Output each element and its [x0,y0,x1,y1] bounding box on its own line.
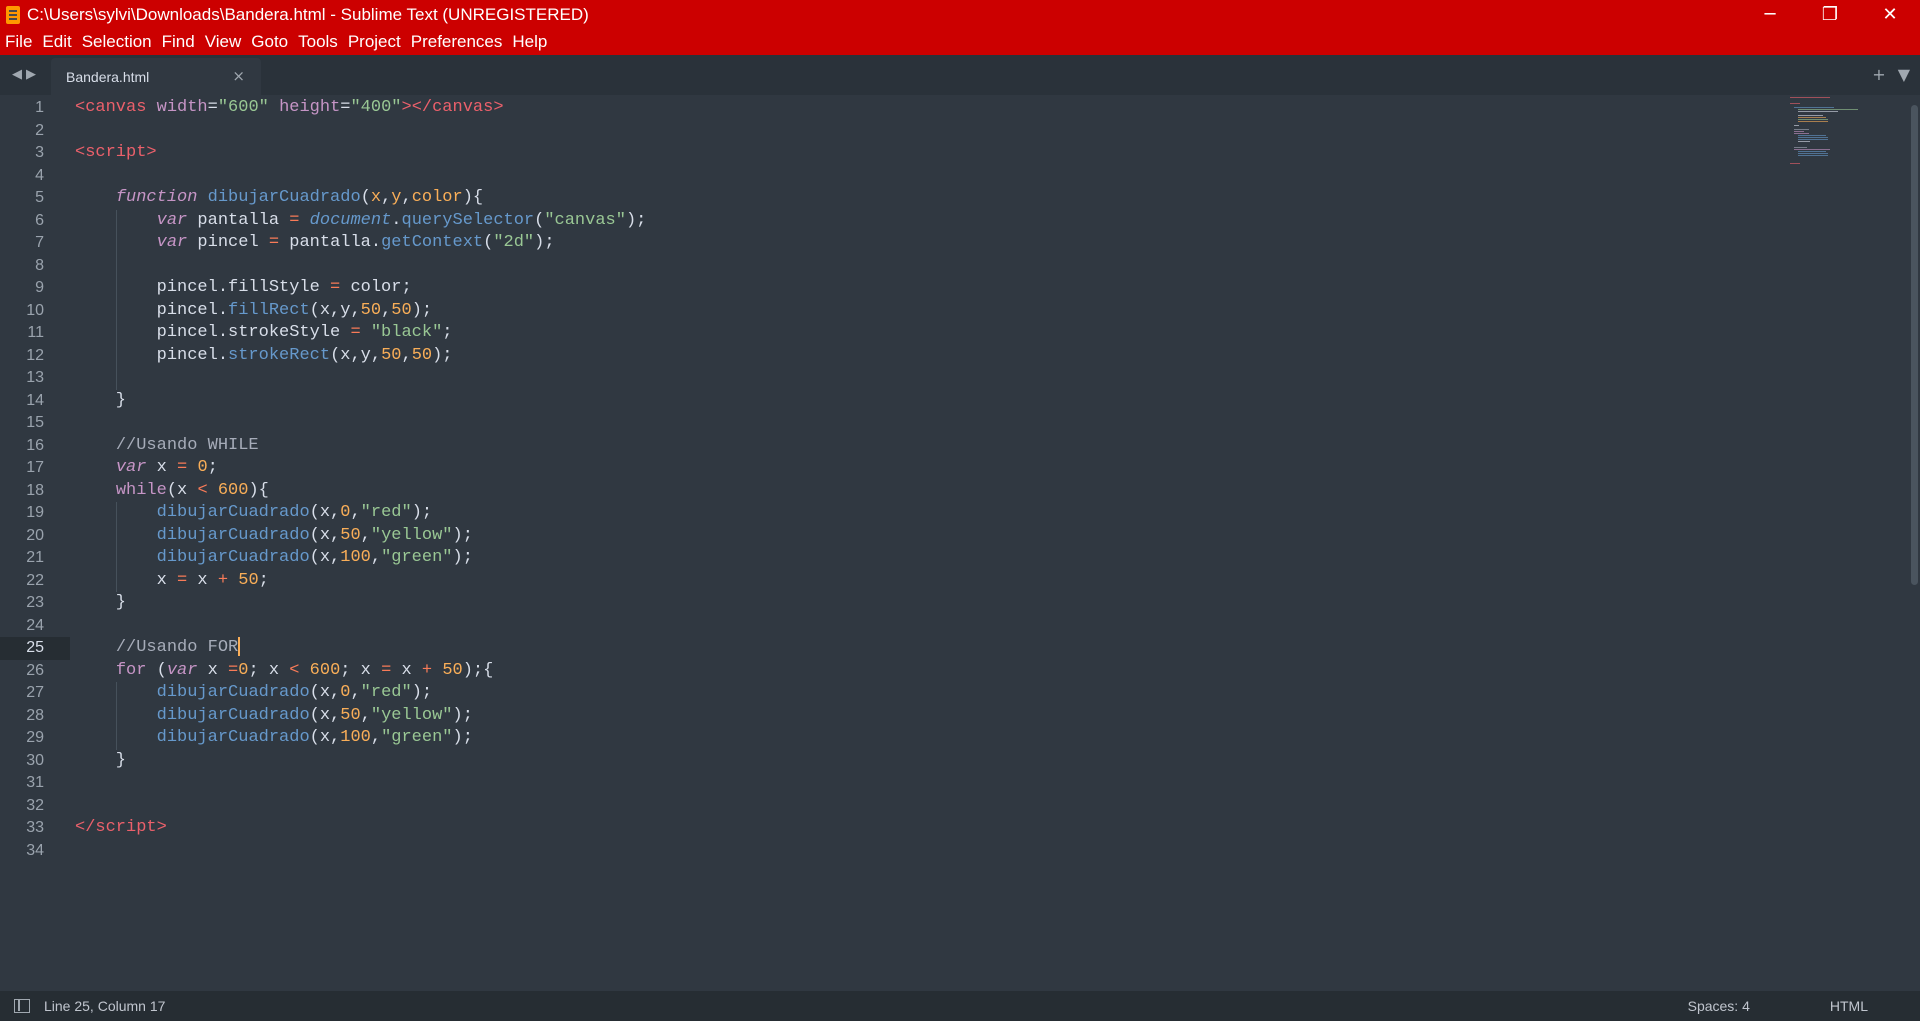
menu-project[interactable]: Project [348,32,401,52]
tab-label: Bandera.html [66,68,150,85]
code-line: 4 [35,166,44,184]
code-line: 14 } [26,390,127,410]
indentation-selector[interactable]: Spaces: 4 [1688,998,1750,1014]
code-line: 21 dibujarCuadrado(x,100,"green"); [0,547,1700,570]
status-right: Spaces: 4 HTML [1688,991,1920,1021]
code-line: 3 <script> [35,143,157,162]
code-line: 12 pincel.strokeRect(x,y,50,50); [0,344,1700,367]
code-line: 5 function dibujarCuadrado(x,y,color){ [35,188,484,207]
code-line: 24 [26,616,44,634]
code-line-current: 25 //Usando FOR [0,637,1700,660]
code-line: 16 //Usando WHILE [26,435,259,455]
menu-tools[interactable]: Tools [298,32,338,52]
tab-menu-icon[interactable]: ▼ [1898,65,1910,84]
code-line: 6 var pantalla = document.querySelector(… [0,209,1700,232]
new-tab-icon[interactable]: + [1872,65,1885,84]
minimap[interactable] [1790,95,1900,185]
tab-bar: ◀ ▶ Bandera.html × + ▼ [0,55,1920,95]
code-line: 26 for (var x =0; x < 600; x = x + 50);{ [26,660,494,680]
code-line: 8 [0,254,1700,277]
menu-preferences[interactable]: Preferences [411,32,503,52]
code-line: 13 [0,367,1700,390]
code-line: 29 dibujarCuadrado(x,100,"green"); [0,727,1700,750]
code-line: 10 pincel.fillRect(x,y,50,50); [0,299,1700,322]
menu-bar: File Edit Selection Find View Goto Tools… [0,29,1920,55]
code-line: 2 [35,121,44,139]
nav-back-icon[interactable]: ◀ [12,67,22,82]
code-line: 20 dibujarCuadrado(x,50,"yellow"); [0,524,1700,547]
close-button[interactable]: ✕ [1860,0,1920,29]
restore-button[interactable]: ❐ [1800,0,1860,29]
tab-tools: + ▼ [1872,65,1910,84]
window-controls: ─ ❐ ✕ [1740,0,1920,29]
sublime-text-icon [6,5,20,24]
code-line: 7 var pincel = pantalla.getContext("2d")… [0,232,1700,255]
status-bar: Line 25, Column 17 Spaces: 4 HTML [0,991,1920,1021]
code-line: 31 [26,774,44,791]
code-line: 23 } [26,593,127,612]
code-line: 34 [26,841,44,859]
minimize-button[interactable]: ─ [1740,0,1800,29]
code-line: 33 </script> [26,818,167,837]
sidebar-toggle-icon[interactable] [14,999,30,1013]
menu-selection[interactable]: Selection [82,32,152,52]
menu-goto[interactable]: Goto [251,32,288,52]
code-line: 9 pincel.fillStyle = color; [0,277,1700,300]
nav-forward-icon[interactable]: ▶ [26,67,36,82]
menu-help[interactable]: Help [512,32,547,52]
code-line: 19 dibujarCuadrado(x,0,"red"); [0,502,1700,525]
code-line: 32 [26,796,44,814]
tab-navigation: ◀ ▶ [12,67,36,82]
syntax-selector[interactable]: HTML [1830,998,1868,1014]
cursor-position: Line 25, Column 17 [44,998,166,1014]
code-line: 17 var x = 0; [26,458,218,477]
code-line: 11 pincel.strokeStyle = "black"; [0,322,1700,345]
close-tab-icon[interactable]: × [232,67,245,85]
window-title: C:\Users\sylvi\Downloads\Bandera.html - … [27,4,589,24]
text-cursor [238,637,241,657]
code-line: 18 while(x < 600){ [26,480,269,500]
code-line: 28 dibujarCuadrado(x,50,"yellow"); [0,704,1700,727]
code-line: 1 <canvas width="600" height="400"></canv… [35,98,504,117]
menu-file[interactable]: File [5,32,32,52]
code-editor[interactable]: 1 <canvas width="600" height="400"></canv… [0,95,1920,991]
vertical-scrollbar[interactable] [1911,105,1918,585]
title-bar: C:\Users\sylvi\Downloads\Bandera.html - … [0,0,1920,29]
code-line: 22 x = x + 50; [0,569,1700,592]
menu-find[interactable]: Find [162,32,195,52]
code-line: 27 dibujarCuadrado(x,0,"red"); [0,682,1700,705]
code-line: 15 [26,414,44,431]
menu-edit[interactable]: Edit [42,32,71,52]
tab-bandera-html[interactable]: Bandera.html × [51,58,261,95]
code-line: 30 } [26,750,127,770]
menu-view[interactable]: View [205,32,242,52]
